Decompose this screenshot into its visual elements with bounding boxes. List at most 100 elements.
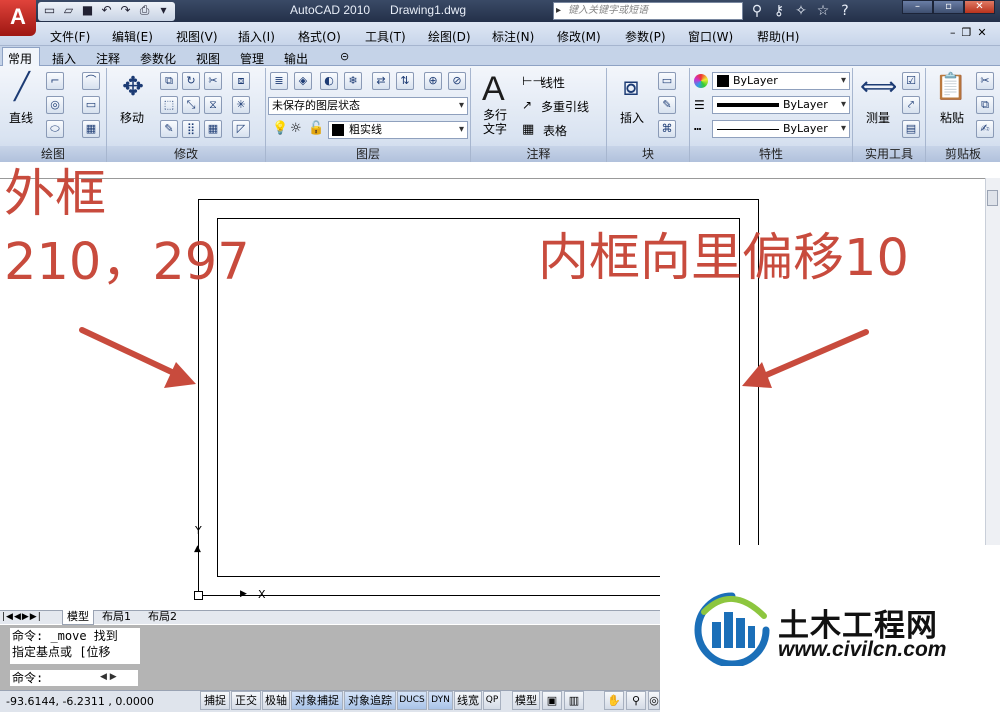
layout-icon[interactable]: ▣ <box>542 691 562 710</box>
menu-window[interactable]: 窗口(W) <box>688 28 733 45</box>
quick-select-icon[interactable]: ☑ <box>902 72 920 90</box>
hatch-icon[interactable]: ▦ <box>82 120 100 138</box>
menu-modify[interactable]: 修改(M) <box>557 28 601 45</box>
doc-minimize-icon[interactable]: – <box>950 26 956 39</box>
dropdown-icon[interactable]: ▾ <box>155 2 172 19</box>
tab-layout1[interactable]: 布局1 <box>102 610 131 624</box>
panel-title-modify[interactable]: 修改 <box>107 146 265 162</box>
new-icon[interactable]: ▭ <box>41 2 58 19</box>
ribbon-options-icon[interactable]: ⊝ <box>340 50 349 63</box>
restore-icon[interactable]: ▫ <box>933 0 964 14</box>
linear-dim-label[interactable]: 线性 <box>541 74 565 91</box>
lineweight-icon[interactable]: ☰ <box>694 98 705 112</box>
cut-icon[interactable]: ✂ <box>976 72 994 90</box>
circle-icon[interactable]: ◎ <box>46 96 64 114</box>
line-icon[interactable]: ╱ <box>8 72 36 102</box>
redo-icon[interactable]: ↷ <box>117 2 134 19</box>
erase-icon[interactable]: ✎ <box>160 120 178 138</box>
block-attribute-icon[interactable]: ⌘ <box>658 120 676 138</box>
layer-delete-icon[interactable]: ⊘ <box>448 72 466 90</box>
match-properties-icon[interactable]: ✍ <box>976 120 994 138</box>
command-input[interactable]: 命令: <box>10 670 138 686</box>
move-label[interactable]: 移动 <box>120 109 144 126</box>
menu-format[interactable]: 格式(O) <box>298 28 341 45</box>
panel-title-layers[interactable]: 图层 <box>266 146 470 162</box>
minimize-icon[interactable]: – <box>902 0 933 14</box>
rotate-icon[interactable]: ↻ <box>182 72 200 90</box>
tab-manage[interactable]: 管理 <box>240 50 264 67</box>
select-similar-icon[interactable]: ⤤ <box>902 96 920 114</box>
mtext-icon[interactable]: A <box>482 70 505 108</box>
pan-icon[interactable]: ✋ <box>604 691 624 710</box>
layer-properties-icon[interactable]: ≣ <box>270 72 288 90</box>
create-block-icon[interactable]: ▭ <box>658 72 676 90</box>
lineweight-toggle[interactable]: 线宽 <box>454 691 482 710</box>
tab-model[interactable]: 模型 <box>62 610 94 625</box>
lightbulb-icon[interactable]: 💡 <box>272 121 288 136</box>
calculator-icon[interactable]: ▤ <box>902 120 920 138</box>
tab-view[interactable]: 视图 <box>196 50 220 67</box>
offset-icon[interactable]: ⧈ <box>232 72 250 90</box>
layer-freeze-icon[interactable]: ❄ <box>344 72 362 90</box>
doc-close-icon[interactable]: ✕ <box>977 26 986 39</box>
color-select[interactable]: ByLayer <box>712 72 850 90</box>
tab-output[interactable]: 输出 <box>284 50 308 67</box>
panel-title-utilities[interactable]: 实用工具 <box>853 146 925 162</box>
fillet-icon[interactable]: ▦ <box>204 120 222 138</box>
tab-insert[interactable]: 插入 <box>52 50 76 67</box>
paste-label[interactable]: 粘贴 <box>940 109 964 126</box>
menu-edit[interactable]: 编辑(E) <box>112 28 153 45</box>
layer-state-select[interactable]: 未保存的图层状态 <box>268 97 468 115</box>
arc-icon[interactable]: ⌒ <box>82 72 100 90</box>
array-icon[interactable]: ⣿ <box>182 120 200 138</box>
color-wheel-icon[interactable] <box>694 74 708 88</box>
star-icon[interactable]: ☆ <box>814 2 832 20</box>
panel-title-properties[interactable]: 特性 <box>690 146 852 162</box>
steering-wheel-icon[interactable]: ◎ <box>648 691 660 710</box>
polyline-icon[interactable]: ⌐ <box>46 72 64 90</box>
zoom-icon[interactable]: ⚲ <box>626 691 646 710</box>
layer-match-icon[interactable]: ⇄ <box>372 72 390 90</box>
tab-annotate[interactable]: 注释 <box>96 50 120 67</box>
mtext-label[interactable]: 多行文字 <box>483 108 513 136</box>
measure-label[interactable]: 测量 <box>866 109 890 126</box>
sun-icon[interactable]: ☼ <box>290 121 302 136</box>
chamfer-icon[interactable]: ◸ <box>232 120 250 138</box>
tab-home[interactable]: 常用 <box>8 50 32 67</box>
polar-toggle[interactable]: 极轴 <box>262 691 290 710</box>
dyn-toggle[interactable]: DYN <box>428 691 453 710</box>
tab-layout2[interactable]: 布局2 <box>148 610 177 624</box>
measure-icon[interactable]: ⟺ <box>860 72 897 102</box>
panel-title-draw[interactable]: 绘图 <box>0 146 106 162</box>
copy-clip-icon[interactable]: ⧉ <box>976 96 994 114</box>
doc-restore-icon[interactable]: ❐ <box>962 26 972 39</box>
trim-icon[interactable]: ✂ <box>204 72 222 90</box>
satellite-icon[interactable]: ✧ <box>792 2 810 20</box>
layer-select[interactable]: 粗实线 <box>328 121 468 139</box>
quick-view-icon[interactable]: ▥ <box>564 691 584 710</box>
snap-toggle[interactable]: 捕捉 <box>200 691 230 710</box>
plot-icon[interactable]: ⎙ <box>136 2 153 19</box>
scrollbar-thumb[interactable] <box>987 190 998 206</box>
table-icon[interactable]: ▦ <box>522 122 534 137</box>
open-icon[interactable]: ▱ <box>60 2 77 19</box>
linear-dim-icon[interactable]: ⊢⊣ <box>522 74 543 88</box>
key-icon[interactable]: ⚷ <box>770 2 788 20</box>
layer-off-icon[interactable]: ◐ <box>320 72 338 90</box>
model-space-button[interactable]: 模型 <box>512 691 540 710</box>
otrack-toggle[interactable]: 对象追踪 <box>344 691 396 710</box>
layer-isolate-icon[interactable]: ◈ <box>294 72 312 90</box>
menu-file[interactable]: 文件(F) <box>50 28 90 45</box>
layer-walk-icon[interactable]: ⇅ <box>396 72 414 90</box>
panel-title-annotation[interactable]: 注释 <box>471 146 606 162</box>
lock-icon[interactable]: 🔓 <box>308 121 324 136</box>
mleader-label[interactable]: 多重引线 <box>541 98 589 115</box>
mirror-icon[interactable]: ⧖ <box>204 96 222 114</box>
binoculars-icon[interactable]: ⚲ <box>748 2 766 20</box>
edit-block-icon[interactable]: ✎ <box>658 96 676 114</box>
ducs-toggle[interactable]: DUCS <box>397 691 427 710</box>
stretch-icon[interactable]: ⬚ <box>160 96 178 114</box>
undo-icon[interactable]: ↶ <box>98 2 115 19</box>
linetype-icon[interactable]: ┅ <box>694 122 701 136</box>
panel-title-block[interactable]: 块 <box>607 146 689 162</box>
